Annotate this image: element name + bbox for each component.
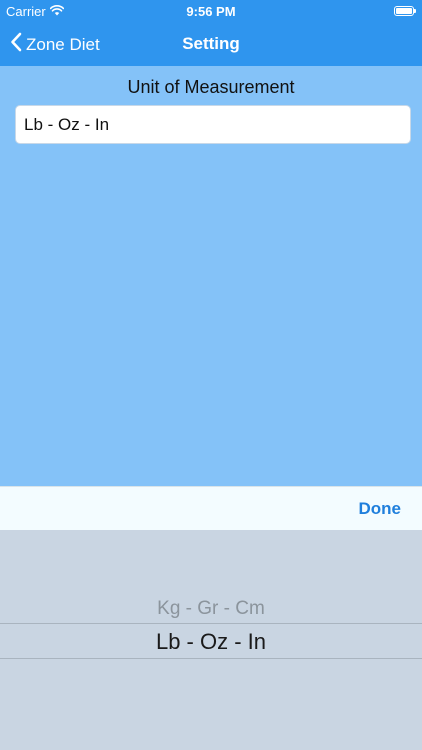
picker-option-kg-gr-cm[interactable]: Kg - Gr - Cm bbox=[0, 598, 422, 620]
status-bar: Carrier 9:56 PM bbox=[0, 0, 422, 22]
top-bar: Carrier 9:56 PM Zone Diet Setting bbox=[0, 0, 422, 66]
navigation-bar: Zone Diet Setting bbox=[0, 22, 422, 66]
picker-option-lb-oz-in[interactable]: Lb - Oz - In bbox=[0, 629, 422, 655]
unit-field-value: Lb - Oz - In bbox=[24, 114, 110, 134]
unit-of-measurement-field[interactable]: Lb - Oz - In bbox=[15, 105, 411, 144]
selection-top-divider bbox=[0, 623, 422, 624]
screen: Carrier 9:56 PM Zone Diet Setting Unit o… bbox=[0, 0, 422, 750]
done-button[interactable]: Done bbox=[359, 499, 402, 519]
unit-picker[interactable]: Kg - Gr - Cm Lb - Oz - In bbox=[0, 530, 422, 750]
unit-section-label: Unit of Measurement bbox=[127, 77, 295, 97]
selection-bottom-divider bbox=[0, 658, 422, 659]
battery-icon bbox=[394, 6, 416, 16]
page-title: Setting bbox=[182, 34, 240, 53]
picker-toolbar: Done bbox=[0, 486, 422, 530]
clock: 9:56 PM bbox=[186, 4, 236, 19]
